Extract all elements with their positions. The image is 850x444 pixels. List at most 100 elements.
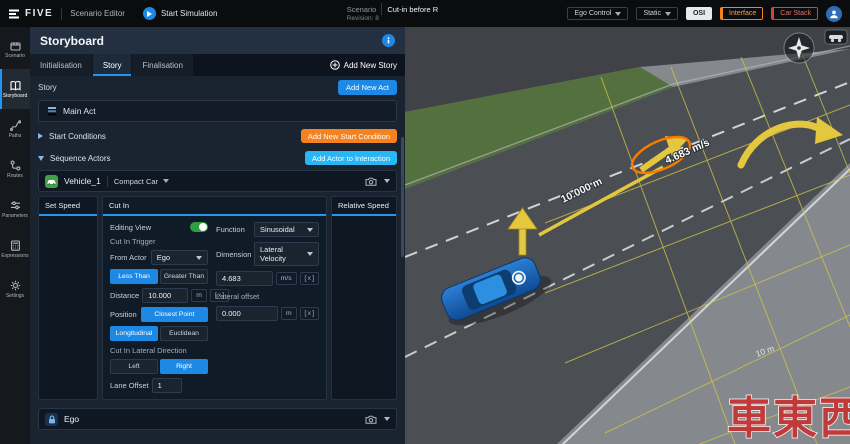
velocity-unit: m/s: [276, 272, 297, 285]
camera-icon[interactable]: [365, 415, 377, 424]
tab-story[interactable]: Story: [93, 54, 132, 76]
brand-name: FIVE: [25, 8, 53, 19]
expression-icon[interactable]: [x]: [300, 272, 319, 285]
sidebar-item-scenario[interactable]: Scenario: [0, 29, 30, 69]
story-label: Story: [38, 83, 57, 92]
info-icon[interactable]: [382, 34, 395, 47]
right-button[interactable]: Right: [160, 359, 208, 374]
cut-in-header[interactable]: Cut In: [103, 197, 326, 216]
vehicle-row[interactable]: Vehicle_1 Compact Car: [38, 170, 397, 192]
osi-button[interactable]: OSI: [686, 7, 712, 20]
play-icon: [143, 7, 156, 20]
triangle-right-icon[interactable]: [38, 133, 43, 139]
lane-offset-input[interactable]: 1: [152, 378, 182, 393]
distance-label: Distance: [110, 291, 139, 300]
lateral-offset-unit: m: [281, 307, 297, 320]
ego-label: Ego: [64, 414, 79, 424]
parameters-icon: [10, 200, 21, 211]
euclidean-button[interactable]: Euclidean: [160, 326, 208, 341]
interface-badge[interactable]: Interface: [720, 7, 763, 20]
dimension-label: Dimension: [216, 250, 250, 259]
panel-header: Storyboard: [30, 27, 405, 54]
add-actor-to-interaction-button[interactable]: Add Actor to Interaction: [305, 151, 397, 165]
paths-icon: [10, 120, 21, 131]
start-conditions-section: Start Conditions Add New Start Condition: [30, 125, 405, 147]
main-act-row[interactable]: Main Act: [38, 100, 397, 122]
distance-unit: m: [191, 289, 207, 302]
vehicle-type-dropdown[interactable]: Compact Car: [114, 177, 169, 186]
function-dropdown[interactable]: Sinusoidal: [254, 222, 319, 237]
cut-in-panel: Cut In Editing View Cut In Trigger From …: [102, 196, 327, 400]
editing-view-toggle[interactable]: [190, 222, 208, 232]
person-icon: [829, 9, 839, 19]
routes-icon: [10, 160, 21, 171]
user-avatar[interactable]: [826, 6, 842, 22]
from-actor-dropdown[interactable]: Ego: [151, 250, 208, 265]
function-label: Function: [216, 225, 250, 234]
chevron-down-icon[interactable]: [384, 179, 390, 183]
tab-finalisation[interactable]: Finalisation: [132, 54, 192, 76]
scenario-icon: [10, 40, 21, 51]
watermark: 車東西: [727, 394, 850, 443]
compass-icon[interactable]: [784, 33, 814, 63]
chevron-down-icon: [665, 12, 671, 16]
mode-dropdown[interactable]: Static: [636, 7, 678, 20]
five-logo-icon: [8, 8, 20, 20]
sidebar-item-settings[interactable]: Settings: [0, 269, 30, 309]
sidebar-item-routes[interactable]: Routes: [0, 149, 30, 189]
action-columns: Set Speed Cut In Editing View Cut In Tri…: [30, 192, 405, 402]
start-conditions-label: Start Conditions: [49, 132, 106, 141]
scenario-revision: Revision: 8: [347, 15, 438, 23]
longitudinal-button[interactable]: Longitudinal: [110, 326, 158, 341]
start-simulation-button[interactable]: Start Simulation: [143, 7, 217, 20]
add-new-story-button[interactable]: Add New Story: [330, 54, 397, 76]
ego-row[interactable]: Ego: [38, 408, 397, 430]
less-than-button[interactable]: Less Than: [110, 269, 158, 284]
set-speed-panel[interactable]: Set Speed: [38, 196, 98, 400]
storyboard-panel: Storyboard Initialisation Story Finalisa…: [30, 27, 405, 444]
expression-icon[interactable]: [x]: [300, 307, 319, 320]
triangle-down-icon[interactable]: [38, 156, 44, 161]
relative-speed-panel[interactable]: Relative Speed: [331, 196, 397, 400]
closest-point-button[interactable]: Closest Point: [141, 307, 208, 322]
add-new-act-button[interactable]: Add New Act: [338, 80, 397, 95]
sidebar-item-parameters[interactable]: Parameters: [0, 189, 30, 229]
top-bar: FIVE Scenario Editor Start Simulation Sc…: [0, 0, 850, 27]
greater-than-button[interactable]: Greater Than: [160, 269, 208, 284]
add-new-start-condition-button[interactable]: Add New Start Condition: [301, 129, 397, 143]
sidebar-item-paths[interactable]: Paths: [0, 109, 30, 149]
add-icon: [330, 60, 340, 70]
distance-input[interactable]: 10.000: [142, 288, 188, 303]
scenario-label: Scenario: [347, 5, 377, 14]
panel-scrollbar[interactable]: [401, 137, 404, 257]
chevron-down-icon: [307, 252, 313, 256]
act-icon: [47, 106, 57, 116]
viewport-3d[interactable]: 10.000 m 4.683 m/s 10 m: [405, 27, 850, 444]
panel-title: Storyboard: [40, 34, 104, 48]
divider: [61, 8, 62, 20]
car-stack-badge[interactable]: Car Stack: [771, 7, 818, 20]
scenario-editor-window: FIVE Scenario Editor Start Simulation Sc…: [0, 0, 850, 444]
sequence-actors-label: Sequence Actors: [50, 154, 110, 163]
from-actor-label: From Actor: [110, 253, 147, 262]
dimension-dropdown[interactable]: Lateral Velocity: [254, 242, 319, 266]
left-button[interactable]: Left: [110, 359, 158, 374]
editing-view-label: Editing View: [110, 223, 151, 232]
ego-control-dropdown[interactable]: Ego Control: [567, 7, 628, 20]
chevron-down-icon[interactable]: [384, 417, 390, 421]
lateral-offset-input[interactable]: 0.000: [216, 306, 278, 321]
relative-speed-header[interactable]: Relative Speed: [332, 197, 396, 216]
nav-sidebar: Scenario Storyboard Paths Routes Paramet…: [0, 27, 30, 444]
velocity-input[interactable]: 4.683: [216, 271, 273, 286]
story-row: Story Add New Act: [30, 76, 405, 99]
storyboard-icon: [10, 80, 21, 91]
camera-icon[interactable]: [365, 177, 377, 186]
set-speed-header[interactable]: Set Speed: [39, 197, 97, 216]
sidebar-item-expressions[interactable]: Expressions: [0, 229, 30, 269]
view-mode-button[interactable]: [825, 30, 847, 44]
tab-initialisation[interactable]: Initialisation: [30, 54, 92, 76]
sequence-actors-section: Sequence Actors Add Actor to Interaction: [30, 147, 405, 169]
sidebar-item-storyboard[interactable]: Storyboard: [0, 69, 30, 109]
storyboard-tabs: Initialisation Story Finalisation Add Ne…: [30, 54, 405, 76]
vehicle-icon: [45, 175, 58, 188]
